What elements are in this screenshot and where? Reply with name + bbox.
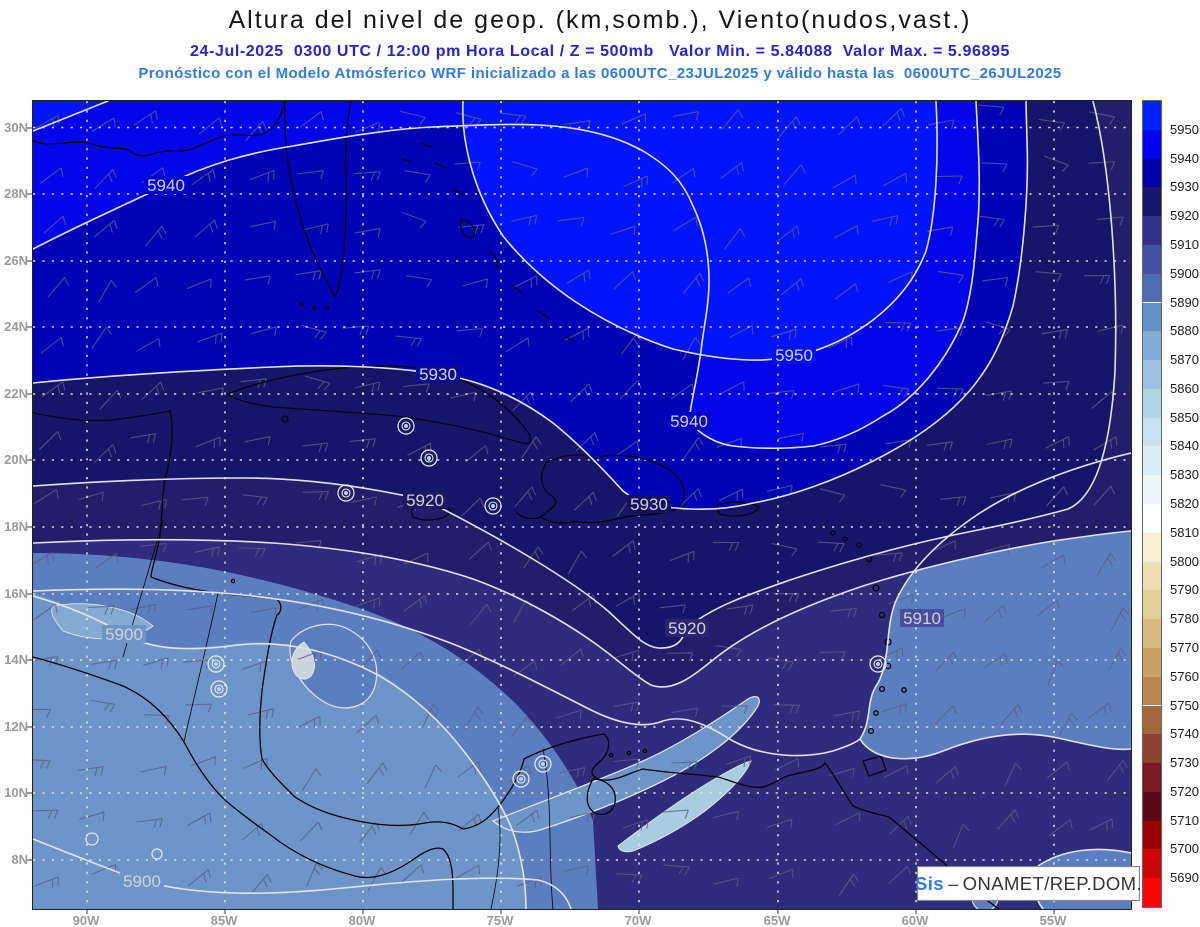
model-info-line: Pronóstico con el Modelo Atmósferico WRF… bbox=[138, 65, 1062, 82]
colorbar-segment bbox=[1143, 619, 1161, 650]
colorbar-segment bbox=[1143, 446, 1161, 478]
colorbar-value: 5790 bbox=[1170, 582, 1199, 598]
colorbar-value: 5700 bbox=[1170, 841, 1199, 857]
colorbar-segment bbox=[1143, 676, 1161, 708]
lon-label: 80W bbox=[348, 913, 376, 927]
lat-label: 22N bbox=[4, 386, 28, 401]
lat-label: 12N bbox=[4, 719, 28, 734]
page-title: Altura del nivel de geop. (km,somb.), Vi… bbox=[228, 6, 972, 34]
lon-label: 55W bbox=[1039, 913, 1067, 927]
lat-label: 10N bbox=[4, 785, 28, 800]
colorbar-value: 5740 bbox=[1170, 726, 1199, 742]
weather-map-page: Altura del nivel de geop. (km,somb.), Vi… bbox=[0, 0, 1200, 927]
colorbar-value: 5820 bbox=[1170, 496, 1199, 511]
colorbar-segment bbox=[1143, 216, 1161, 247]
colorbar-value: 5730 bbox=[1170, 755, 1199, 771]
colorbar-segment bbox=[1143, 302, 1161, 334]
valid-time-line: 24-Jul-2025 0300 UTC / 12:00 pm Hora Loc… bbox=[190, 43, 1010, 60]
colorbar-value: 5930 bbox=[1170, 179, 1199, 195]
contour-label: 5930 bbox=[419, 365, 457, 384]
colorbar-segment bbox=[1143, 158, 1161, 190]
colorbar-segment bbox=[1143, 561, 1161, 593]
lat-label: 30N bbox=[4, 119, 28, 135]
colorbar-value: 5810 bbox=[1170, 524, 1199, 540]
contour-label: 5930 bbox=[630, 495, 668, 514]
colorbar-segment bbox=[1143, 878, 1161, 907]
lat-label: 28N bbox=[4, 186, 28, 201]
colorbar-segment bbox=[1143, 763, 1161, 794]
contour-label: 5940 bbox=[147, 176, 185, 195]
colorbar-value: 5830 bbox=[1170, 467, 1199, 483]
lon-label: 85W bbox=[210, 913, 238, 927]
lon-label: 75W bbox=[486, 913, 514, 927]
lat-label: 20N bbox=[4, 452, 28, 467]
colorbar-value: 5750 bbox=[1170, 697, 1199, 713]
colorbar-value: 5910 bbox=[1170, 236, 1199, 252]
colorbar-value: 5870 bbox=[1170, 352, 1199, 368]
colorbar-value: 5770 bbox=[1170, 639, 1199, 655]
credit-box: Sis – ONAMET/REP.DOM. bbox=[914, 866, 1143, 901]
colorbar-segment bbox=[1143, 734, 1161, 766]
colorbar-segment bbox=[1143, 244, 1161, 276]
colorbar-value: 5880 bbox=[1170, 323, 1199, 339]
contour-label: 5940 bbox=[670, 412, 708, 431]
colorbar-segment bbox=[1143, 187, 1161, 219]
lat-label: 24N bbox=[4, 319, 28, 334]
contour-label: 5900 bbox=[105, 625, 143, 644]
colorbar-value: 5720 bbox=[1170, 783, 1199, 799]
colorbar-segment bbox=[1143, 273, 1161, 305]
geopotential-height-map: 5940 5930 5950 5940 5920 5930 5900 5920 5910 5900 bbox=[24, 100, 1132, 912]
contour-label: 5950 bbox=[775, 346, 813, 365]
lat-label: 14N bbox=[4, 652, 28, 667]
colorbar-value: 5840 bbox=[1170, 438, 1199, 454]
lon-label: 90W bbox=[72, 913, 100, 927]
colorbar-value: 5850 bbox=[1170, 409, 1199, 425]
colorbar-value: 5780 bbox=[1170, 611, 1199, 627]
colorbar-segment bbox=[1143, 791, 1161, 823]
colorbar-value: 5940 bbox=[1170, 150, 1199, 166]
colorbar-segment bbox=[1143, 417, 1161, 449]
contour-label: 5920 bbox=[406, 491, 444, 510]
credit-prefix: Sis bbox=[914, 872, 944, 894]
colorbar-value: 5800 bbox=[1170, 553, 1199, 569]
contour-label: 5920 bbox=[668, 619, 706, 638]
colorbar-segment bbox=[1143, 101, 1161, 132]
colorbar-segment bbox=[1143, 647, 1161, 679]
height-colorbar bbox=[1142, 100, 1162, 908]
colorbar-segment bbox=[1143, 820, 1161, 852]
lat-label: 26N bbox=[4, 253, 28, 268]
colorbar-segment bbox=[1143, 360, 1161, 391]
colorbar-segment bbox=[1143, 532, 1161, 564]
colorbar-segment bbox=[1143, 129, 1161, 161]
contour-label: 5910 bbox=[903, 609, 941, 628]
colorbar-value: 5690 bbox=[1170, 870, 1199, 886]
colorbar-value: 5710 bbox=[1170, 812, 1199, 828]
colorbar-value: 5900 bbox=[1170, 265, 1199, 281]
credit-org: ONAMET/REP.DOM. bbox=[962, 872, 1143, 894]
colorbar-segment bbox=[1143, 504, 1161, 535]
colorbar-value: 5860 bbox=[1170, 380, 1199, 396]
colorbar-segment bbox=[1143, 849, 1161, 881]
lat-label: 18N bbox=[4, 519, 28, 534]
contour-label: 5900 bbox=[123, 872, 161, 891]
colorbar-value: 5890 bbox=[1170, 294, 1199, 310]
map-plot-area: 5940 5930 5950 5940 5920 5930 5900 5920 5910 5900 bbox=[24, 100, 1132, 912]
lat-label: 16N bbox=[4, 586, 28, 601]
colorbar-value: 5920 bbox=[1170, 208, 1199, 224]
credit-separator: – bbox=[947, 872, 959, 894]
colorbar-segment bbox=[1143, 331, 1161, 363]
colorbar-value: 5950 bbox=[1170, 121, 1199, 137]
lon-label: 65W bbox=[763, 913, 791, 927]
colorbar-segment bbox=[1143, 705, 1161, 737]
colorbar-value: 5760 bbox=[1170, 668, 1199, 684]
lon-label: 70W bbox=[624, 913, 652, 927]
colorbar-segment bbox=[1143, 388, 1161, 420]
colorbar-segment bbox=[1143, 590, 1161, 622]
colorbar-segment bbox=[1143, 475, 1161, 506]
lon-label: 60W bbox=[901, 913, 929, 927]
lat-label: 8N bbox=[11, 852, 28, 867]
